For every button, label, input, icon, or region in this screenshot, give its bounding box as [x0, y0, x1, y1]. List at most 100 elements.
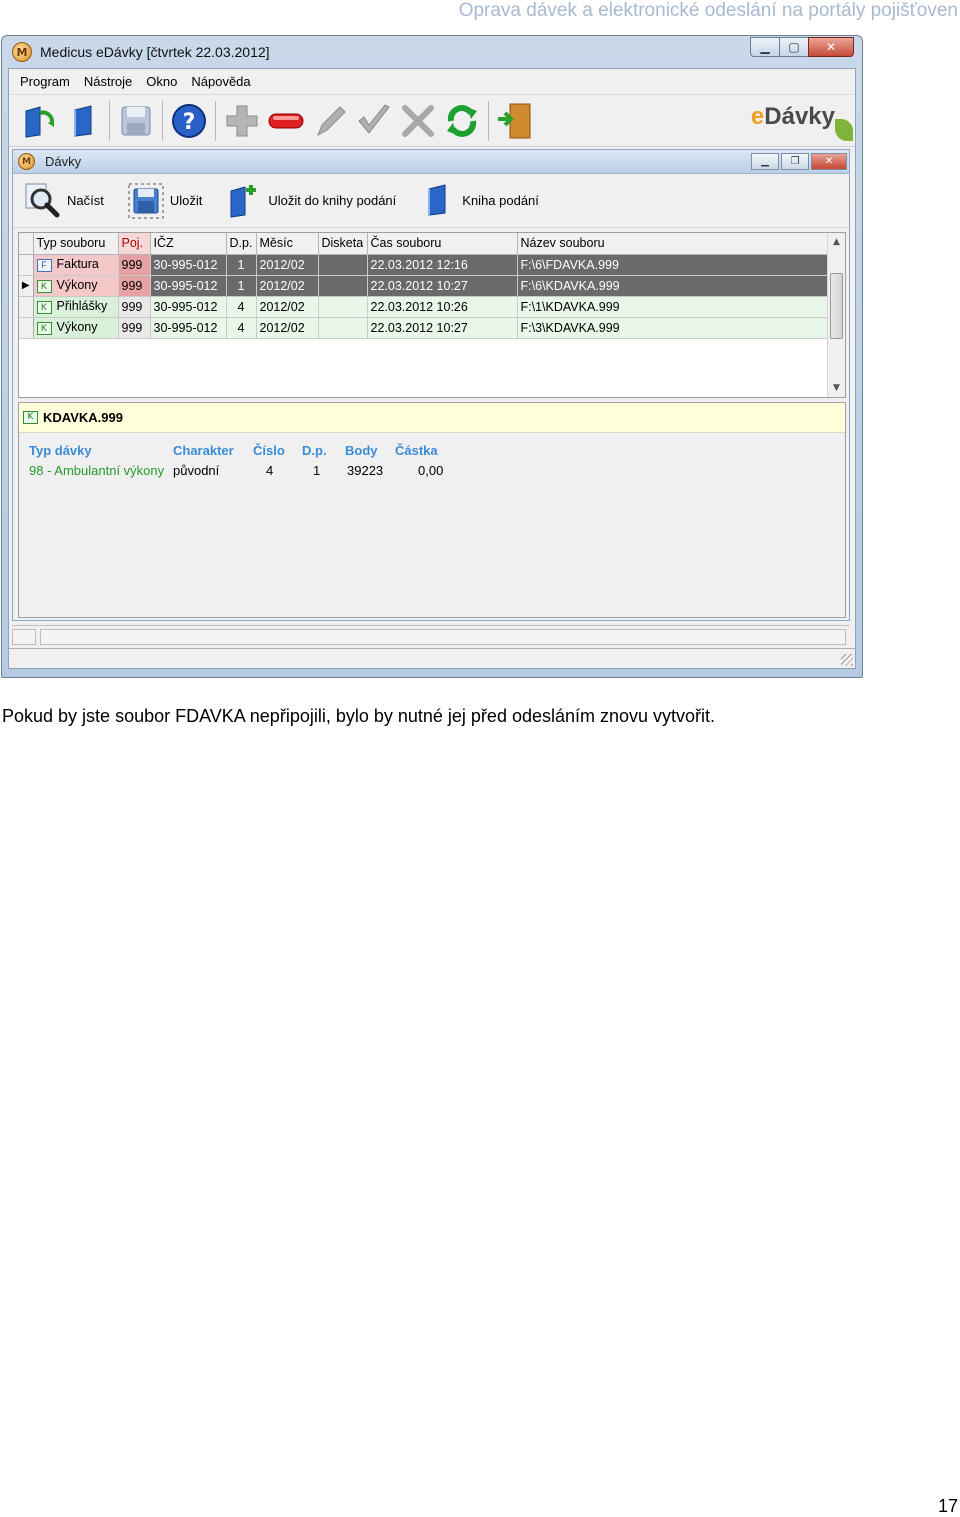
minimize-button[interactable]: ▁	[750, 37, 780, 57]
edit-button[interactable]	[308, 99, 352, 143]
save-disk-icon	[121, 106, 151, 135]
cell-dp[interactable]: 1	[226, 275, 257, 297]
cell-poj[interactable]: 999	[118, 275, 151, 297]
cell-icz[interactable]: 30-995-012	[150, 254, 227, 276]
book-action[interactable]: Kniha podání	[418, 181, 539, 221]
column-header[interactable]: Poj.	[118, 233, 151, 255]
detail-value: 1	[313, 463, 321, 478]
davky-titlebar[interactable]: M Dávky ▁ ❐ ✕	[13, 150, 849, 174]
detail-label: Typ dávky	[29, 443, 92, 458]
confirm-icon	[358, 103, 390, 134]
table-row[interactable]: ▶ K Výkony 999 30-995-012 1 2012/02 22.03.2012 …	[19, 275, 830, 297]
cell-poj[interactable]: 999	[118, 317, 151, 339]
row-indicator[interactable]	[19, 254, 34, 276]
file-type-badge: F	[36, 258, 52, 272]
cell-nazev[interactable]: F:\6\FDAVKA.999	[517, 254, 830, 276]
scroll-down-icon[interactable]: ▼	[828, 379, 845, 397]
cell-typ[interactable]: K Výkony	[33, 275, 119, 297]
cell-icz[interactable]: 30-995-012	[150, 317, 227, 339]
cell-nazev[interactable]: F:\1\KDAVKA.999	[517, 296, 830, 318]
child-close-button[interactable]: ✕	[811, 153, 847, 170]
column-header[interactable]: IČZ	[150, 233, 227, 255]
detail-value: 39223	[347, 463, 384, 478]
confirm-button[interactable]	[352, 99, 396, 143]
cell-dp[interactable]: 1	[226, 254, 257, 276]
scroll-thumb[interactable]	[830, 273, 843, 339]
minimize-icon: ▁	[761, 156, 769, 167]
window-title: Medicus eDávky [čtvrtek 22.03.2012]	[40, 44, 270, 60]
cell-disketa[interactable]	[318, 254, 368, 276]
table-row[interactable]: K Přihlášky 999 30-995-012 4 2012/02 22.03.201…	[19, 296, 830, 318]
cell-mesic[interactable]: 2012/02	[256, 296, 319, 318]
column-header[interactable]: D.p.	[226, 233, 257, 255]
column-header[interactable]: Disketa	[318, 233, 368, 255]
exit-button[interactable]	[493, 99, 537, 143]
table-row[interactable]: K Výkony 999 30-995-012 4 2012/02 22.03.2012 1…	[19, 317, 830, 339]
cell-icz[interactable]: 30-995-012	[150, 296, 227, 318]
cell-dp[interactable]: 4	[226, 317, 257, 339]
close-button[interactable]: ✕	[808, 37, 854, 57]
load-batch-icon	[25, 105, 54, 138]
cell-nazev[interactable]: F:\6\KDAVKA.999	[517, 275, 830, 297]
save-action[interactable]: Uložit	[126, 181, 202, 221]
cell-typ[interactable]: K Přihlášky	[33, 296, 119, 318]
medicus-app-icon[interactable]: M	[12, 42, 32, 62]
cell-typ[interactable]: K Výkony	[33, 317, 119, 339]
cell-disketa[interactable]	[318, 317, 368, 339]
exit-door-icon	[498, 103, 531, 138]
cell-mesic[interactable]: 2012/02	[256, 275, 319, 297]
load-batch-button[interactable]	[17, 99, 61, 143]
grid-corner	[19, 233, 34, 255]
maximize-button[interactable]: ▢	[779, 37, 809, 57]
cell-nazev[interactable]: F:\3\KDAVKA.999	[517, 317, 830, 339]
column-header[interactable]: Název souboru	[517, 233, 830, 255]
row-indicator[interactable]: ▶	[19, 275, 34, 297]
cell-cas[interactable]: 22.03.2012 10:26	[367, 296, 518, 318]
column-header[interactable]: Typ souboru	[33, 233, 119, 255]
medicus-app-icon[interactable]: M	[18, 153, 35, 170]
cell-mesic[interactable]: 2012/02	[256, 317, 319, 339]
cell-mesic[interactable]: 2012/02	[256, 254, 319, 276]
svg-text:?: ?	[183, 110, 196, 135]
column-header[interactable]: Měsíc	[256, 233, 319, 255]
row-indicator[interactable]	[19, 296, 34, 318]
book-button[interactable]	[61, 99, 105, 143]
detail-label: Body	[345, 443, 378, 458]
row-indicator[interactable]	[19, 317, 34, 339]
remove-button[interactable]	[264, 99, 308, 143]
cell-cas[interactable]: 22.03.2012 10:27	[367, 317, 518, 339]
column-header[interactable]: Čas souboru	[367, 233, 518, 255]
window-titlebar[interactable]: M Medicus eDávky [čtvrtek 22.03.2012] ▁ …	[8, 36, 856, 68]
minimize-icon: ▁	[760, 40, 770, 54]
menu-program[interactable]: Program	[13, 74, 77, 89]
edit-icon	[317, 105, 346, 136]
child-minimize-button[interactable]: ▁	[751, 153, 779, 170]
cell-disketa[interactable]	[318, 296, 368, 318]
help-button[interactable]: ?	[167, 99, 211, 143]
table-row[interactable]: F Faktura 999 30-995-012 1 2012/02 22.03.2012 …	[19, 254, 830, 276]
cell-cas[interactable]: 22.03.2012 10:27	[367, 275, 518, 297]
refresh-button[interactable]	[440, 99, 484, 143]
save-to-book-action[interactable]: Uložit do knihy podání	[224, 181, 396, 221]
detail-value: 0,00	[418, 463, 444, 478]
add-button[interactable]	[220, 99, 264, 143]
cell-poj[interactable]: 999	[118, 296, 151, 318]
cell-disketa[interactable]	[318, 275, 368, 297]
resize-grip-icon[interactable]	[841, 654, 853, 666]
cell-icz[interactable]: 30-995-012	[150, 275, 227, 297]
menu-napoveda[interactable]: Nápověda	[184, 74, 257, 89]
grid-scrollbar[interactable]: ▲ ▼	[827, 233, 845, 397]
cell-typ[interactable]: F Faktura	[33, 254, 119, 276]
menu-okno[interactable]: Okno	[139, 74, 184, 89]
save-button[interactable]	[114, 99, 158, 143]
cell-poj[interactable]: 999	[118, 254, 151, 276]
cell-cas[interactable]: 22.03.2012 12:16	[367, 254, 518, 276]
cancel-button[interactable]	[396, 99, 440, 143]
cell-dp[interactable]: 4	[226, 296, 257, 318]
load-action[interactable]: Načíst	[23, 181, 104, 221]
detail-label: Částka	[395, 443, 438, 458]
toolbar-separator	[488, 100, 489, 141]
child-restore-button[interactable]: ❐	[781, 153, 809, 170]
scroll-up-icon[interactable]: ▲	[828, 233, 845, 251]
menu-nastroje[interactable]: Nástroje	[77, 74, 139, 89]
